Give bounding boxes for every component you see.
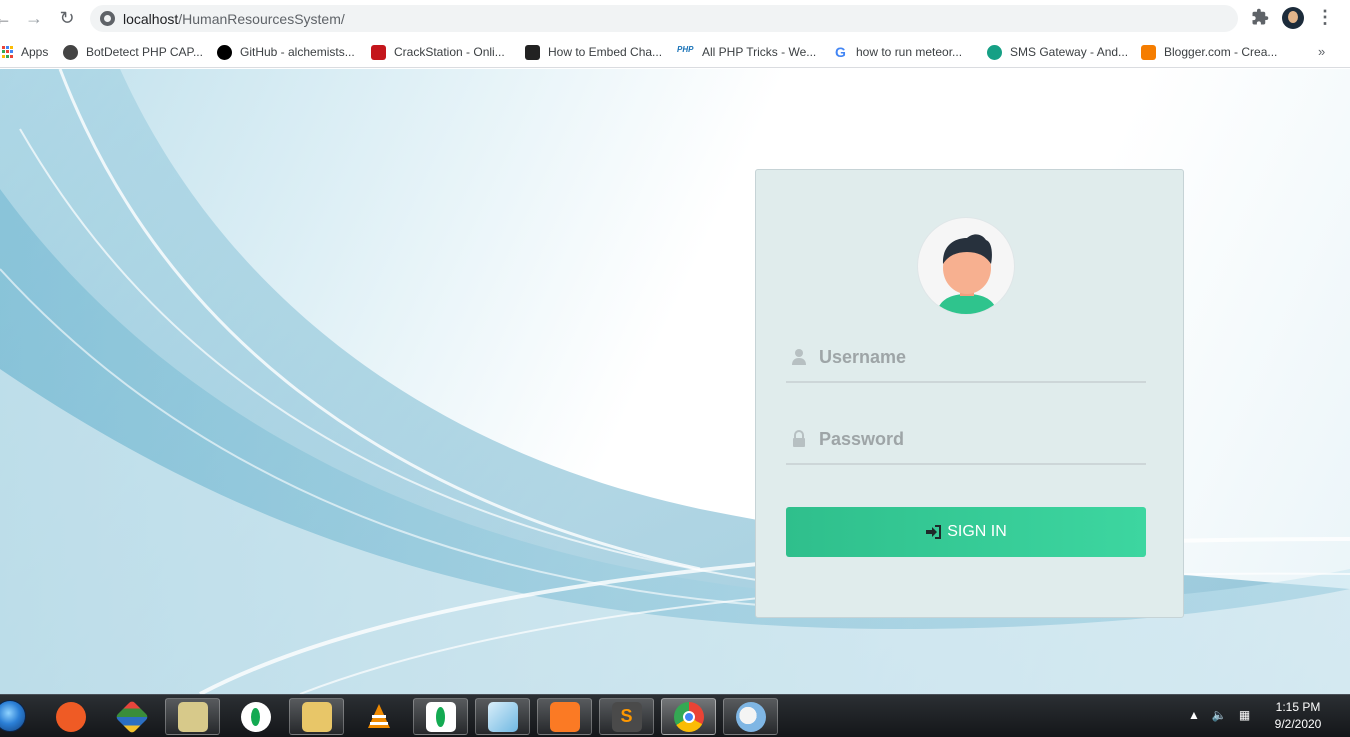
- folder-icon: [177, 701, 208, 732]
- show-hidden-icons-icon[interactable]: ▲: [1188, 708, 1200, 722]
- volume-icon[interactable]: 🔈: [1212, 708, 1227, 722]
- taskbar-file-explorer[interactable]: [289, 698, 344, 735]
- xampp-icon: [549, 701, 580, 732]
- bookmark-github[interactable]: GitHub - alchemists...: [217, 42, 355, 62]
- crackstation-icon: [371, 44, 386, 60]
- bookmark-meteor[interactable]: G how to run meteor...: [833, 42, 962, 62]
- taskbar-mongodb[interactable]: [413, 698, 468, 735]
- bookmark-apps[interactable]: Apps: [2, 42, 48, 62]
- browser-toolbar: ← → ↻ localhost/HumanResourcesSystem/ ⋮: [0, 0, 1350, 36]
- reload-icon[interactable]: ↻: [56, 7, 78, 29]
- system-tray: ▲ 🔈 ▦: [1188, 705, 1250, 725]
- notepad-icon: [487, 701, 518, 732]
- git-icon: [114, 699, 149, 734]
- apps-grid-icon: [2, 46, 14, 58]
- github-icon: [217, 44, 232, 60]
- clock-time: 1:15 PM: [1275, 700, 1321, 714]
- clock-date: 9/2/2020: [1274, 717, 1322, 731]
- botdetect-icon: [63, 44, 78, 60]
- bookmarks-bar: Apps BotDetect PHP CAP... GitHub - alche…: [0, 36, 1350, 68]
- taskbar-mongodb-compass[interactable]: [228, 698, 283, 735]
- bookmark-blogger[interactable]: Blogger.com - Crea...: [1141, 42, 1277, 62]
- windows-start-icon[interactable]: [0, 700, 26, 732]
- taskbar-vlc[interactable]: [351, 698, 406, 735]
- lock-icon: [793, 430, 805, 447]
- vlc-icon: [367, 703, 390, 728]
- blogger-icon: [1141, 44, 1156, 60]
- login-page: SIGN IN: [0, 69, 1350, 694]
- login-form: SIGN IN: [755, 169, 1184, 618]
- bookmark-crackstation[interactable]: CrackStation - Onli...: [371, 42, 505, 62]
- google-icon: G: [835, 43, 846, 60]
- browser-menu-icon[interactable]: ⋮: [1316, 7, 1334, 29]
- taskbar-postman[interactable]: [43, 698, 98, 735]
- taskbar-sublime-text[interactable]: S: [599, 698, 654, 735]
- sublime-text-icon: S: [611, 701, 642, 732]
- windows-taskbar: S ▲ 🔈 ▦ 1:15 PM 9/2/2020: [0, 694, 1350, 737]
- password-input[interactable]: [819, 423, 1139, 455]
- taskbar-xampp[interactable]: [537, 698, 592, 735]
- user-icon: [792, 349, 806, 365]
- taskbar-paint[interactable]: [723, 698, 778, 735]
- paint-palette-icon: [735, 701, 766, 732]
- username-input[interactable]: [819, 341, 1139, 373]
- network-icon[interactable]: ▦: [1239, 708, 1250, 722]
- bookmarks-overflow-chevron-icon[interactable]: »: [1318, 44, 1325, 59]
- forward-arrow-icon[interactable]: →: [23, 7, 45, 29]
- back-arrow-icon[interactable]: ←: [0, 7, 14, 29]
- bookmark-php-tricks[interactable]: PHP All PHP Tricks - We...: [677, 42, 816, 62]
- bookmark-embed-chart[interactable]: How to Embed Cha...: [525, 42, 662, 62]
- address-url[interactable]: localhost/HumanResourcesSystem/: [123, 11, 345, 27]
- taskbar-folders[interactable]: [165, 698, 220, 735]
- sign-in-icon: [926, 525, 942, 539]
- chrome-icon: [673, 701, 704, 732]
- taskbar-notepad[interactable]: [475, 698, 530, 735]
- address-bar[interactable]: localhost/HumanResourcesSystem/: [90, 5, 1238, 32]
- password-field: [786, 417, 1146, 465]
- bookmark-sms-gateway[interactable]: SMS Gateway - And...: [987, 42, 1128, 62]
- username-field: [786, 335, 1146, 383]
- bookmark-botdetect[interactable]: BotDetect PHP CAP...: [63, 42, 203, 62]
- php-icon: PHP: [677, 44, 694, 54]
- profile-avatar[interactable]: [1282, 7, 1304, 29]
- taskbar-clock[interactable]: 1:15 PM 9/2/2020: [1262, 699, 1334, 733]
- file-explorer-icon: [301, 701, 332, 732]
- site-info-icon[interactable]: [100, 11, 115, 26]
- ch-icon: [525, 44, 540, 60]
- sign-in-button[interactable]: SIGN IN: [786, 507, 1146, 557]
- taskbar-git[interactable]: [104, 698, 159, 735]
- postman-icon: [55, 701, 86, 732]
- mongodb-compass-icon: [240, 701, 271, 732]
- sms-gateway-icon: [987, 44, 1002, 60]
- mongodb-leaf-icon: [425, 701, 456, 732]
- taskbar-chrome[interactable]: [661, 698, 716, 735]
- extensions-puzzle-icon[interactable]: [1251, 8, 1271, 28]
- user-avatar-icon: [917, 217, 1015, 315]
- sign-in-label: SIGN IN: [947, 523, 1007, 540]
